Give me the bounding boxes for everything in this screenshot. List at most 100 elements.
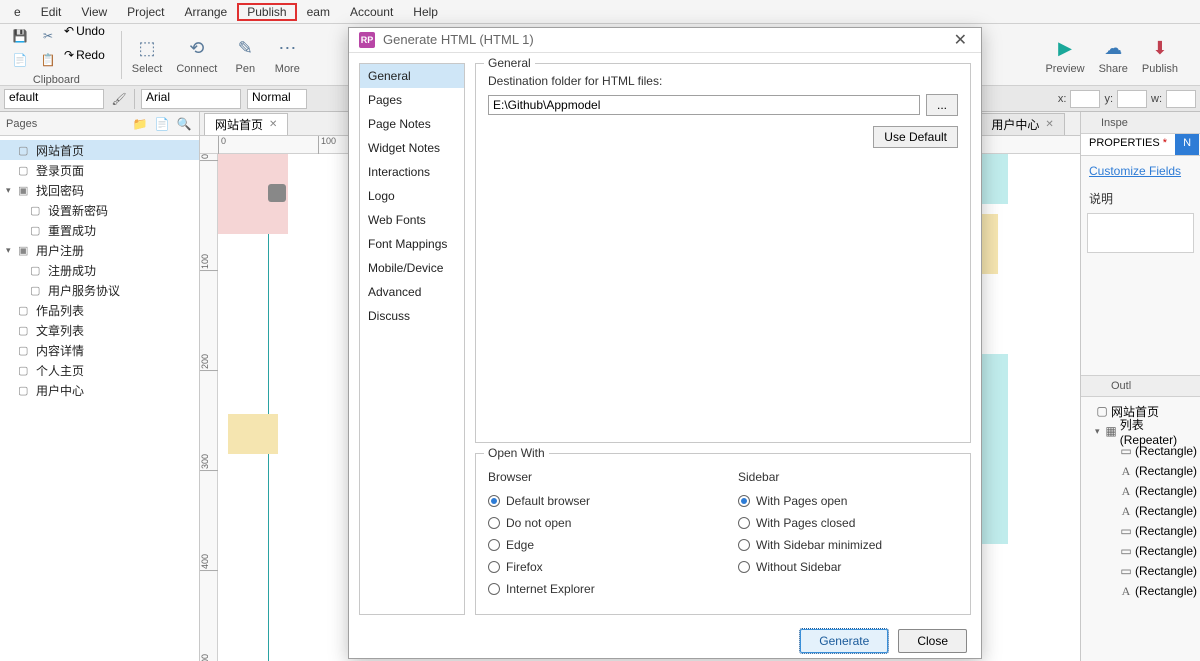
page-item[interactable]: ▢设置新密码: [0, 200, 199, 220]
publish-button[interactable]: ⬇Publish: [1142, 35, 1178, 75]
customize-fields-link[interactable]: Customize Fields: [1081, 156, 1200, 186]
generate-button[interactable]: Generate: [800, 629, 888, 653]
add-page-icon[interactable]: 📄: [153, 115, 171, 133]
font-select[interactable]: Arial: [141, 89, 241, 109]
select-tool[interactable]: ⬚Select: [132, 35, 163, 75]
dlg-nav-widget-notes[interactable]: Widget Notes: [360, 136, 464, 160]
browser-option[interactable]: Internet Explorer: [488, 578, 708, 600]
dlg-nav-font-mappings[interactable]: Font Mappings: [360, 232, 464, 256]
openwith-legend: Open With: [484, 446, 549, 460]
outline-item[interactable]: A(Rectangle): [1081, 481, 1200, 501]
page-item[interactable]: ▢网站首页: [0, 140, 199, 160]
weight-select[interactable]: Normal: [247, 89, 307, 109]
dialog-title-bar[interactable]: RP Generate HTML (HTML 1) ✕: [349, 28, 981, 53]
menu-account[interactable]: Account: [340, 3, 403, 21]
dlg-nav-advanced[interactable]: Advanced: [360, 280, 464, 304]
dlg-nav-pages[interactable]: Pages: [360, 88, 464, 112]
desc-textarea[interactable]: [1087, 213, 1194, 253]
page-item[interactable]: ▢用户服务协议: [0, 280, 199, 300]
outline-item[interactable]: ▾▦列表 (Repeater): [1081, 421, 1200, 441]
use-default-button[interactable]: Use Default: [873, 126, 958, 148]
x-input[interactable]: [1070, 90, 1100, 108]
menu-help[interactable]: Help: [403, 3, 448, 21]
close-icon[interactable]: ✕: [950, 30, 971, 50]
connect-tool[interactable]: ⟲Connect: [176, 35, 217, 75]
dlg-nav-interactions[interactable]: Interactions: [360, 160, 464, 184]
page-item[interactable]: ▢个人主页: [0, 360, 199, 380]
page-item[interactable]: ▾▣用户注册: [0, 240, 199, 260]
dlg-nav-mobile-device[interactable]: Mobile/Device: [360, 256, 464, 280]
page-item[interactable]: ▢文章列表: [0, 320, 199, 340]
browser-option[interactable]: Edge: [488, 534, 708, 556]
outline-item[interactable]: A(Rectangle): [1081, 501, 1200, 521]
page-item[interactable]: ▾▣找回密码: [0, 180, 199, 200]
save-icon[interactable]: 💾: [8, 24, 32, 48]
browser-option[interactable]: Default browser: [488, 490, 708, 512]
copy-icon[interactable]: 📄: [8, 48, 32, 72]
outline-item[interactable]: ▭(Rectangle): [1081, 561, 1200, 581]
outline-header: Outl: [1081, 375, 1200, 397]
dlg-nav-general[interactable]: General: [360, 64, 464, 88]
pen-tool[interactable]: ✎Pen: [231, 35, 259, 75]
menu-project[interactable]: Project: [117, 3, 174, 21]
sidebar-option[interactable]: With Pages open: [738, 490, 958, 512]
paint-icon[interactable]: 🖌: [110, 90, 128, 108]
canvas-tab[interactable]: 用户中心✕: [980, 113, 1064, 135]
close-button[interactable]: Close: [898, 629, 967, 653]
menu-view[interactable]: View: [71, 3, 117, 21]
text-icon: A: [1119, 464, 1133, 479]
page-item[interactable]: ▢用户中心: [0, 380, 199, 400]
dlg-nav-page-notes[interactable]: Page Notes: [360, 112, 464, 136]
tab-close-icon[interactable]: ✕: [269, 119, 277, 130]
dlg-nav-web-fonts[interactable]: Web Fonts: [360, 208, 464, 232]
outline-item[interactable]: A(Rectangle): [1081, 461, 1200, 481]
search-icon[interactable]: 🔍: [175, 115, 193, 133]
add-folder-icon[interactable]: 📁: [131, 115, 149, 133]
outline-item[interactable]: ▭(Rectangle): [1081, 521, 1200, 541]
browser-option[interactable]: Firefox: [488, 556, 708, 578]
radio-icon: [488, 539, 500, 551]
general-legend: General: [484, 56, 535, 70]
sidebar-option[interactable]: With Pages closed: [738, 512, 958, 534]
undo-icon[interactable]: ↶: [64, 24, 74, 38]
page-item[interactable]: ▢注册成功: [0, 260, 199, 280]
menu-eam[interactable]: eam: [297, 3, 340, 21]
browse-button[interactable]: ...: [926, 94, 958, 116]
page-item[interactable]: ▢登录页面: [0, 160, 199, 180]
pen-icon: ✎: [231, 35, 259, 63]
dlg-nav-logo[interactable]: Logo: [360, 184, 464, 208]
page-item[interactable]: ▢内容详情: [0, 340, 199, 360]
menu-edit[interactable]: Edit: [31, 3, 72, 21]
outline-item[interactable]: ▭(Rectangle): [1081, 541, 1200, 561]
paste-icon[interactable]: 📋: [36, 48, 60, 72]
shape-rect[interactable]: [228, 414, 278, 454]
cut-icon[interactable]: ✂: [36, 24, 60, 48]
dialog-title: Generate HTML (HTML 1): [383, 32, 534, 47]
outline-item[interactable]: ▭(Rectangle): [1081, 441, 1200, 461]
preview-button[interactable]: ▶Preview: [1045, 35, 1084, 75]
browser-option[interactable]: Do not open: [488, 512, 708, 534]
dest-input[interactable]: [488, 95, 920, 115]
redo-icon[interactable]: ↷: [64, 48, 74, 62]
more-tool[interactable]: ⋯More: [273, 35, 301, 75]
menu-e[interactable]: e: [4, 3, 31, 21]
page-item[interactable]: ▢重置成功: [0, 220, 199, 240]
style-select[interactable]: efault: [4, 89, 104, 109]
canvas-tab[interactable]: 网站首页✕: [204, 113, 288, 135]
page-icon: ▢: [18, 384, 32, 397]
sidebar-option[interactable]: With Sidebar minimized: [738, 534, 958, 556]
menu-arrange[interactable]: Arrange: [175, 3, 238, 21]
tab-properties[interactable]: PROPERTIES: [1081, 134, 1175, 155]
page-item[interactable]: ▢作品列表: [0, 300, 199, 320]
shape-rect[interactable]: [268, 184, 286, 202]
w-input[interactable]: [1166, 90, 1196, 108]
tab-notes[interactable]: N: [1175, 134, 1199, 155]
outline-item[interactable]: A(Rectangle): [1081, 581, 1200, 601]
rectangle-icon: ▭: [1119, 544, 1133, 558]
sidebar-option[interactable]: Without Sidebar: [738, 556, 958, 578]
share-button[interactable]: ☁Share: [1099, 35, 1128, 75]
menu-publish[interactable]: Publish: [237, 3, 296, 21]
y-input[interactable]: [1117, 90, 1147, 108]
tab-close-icon[interactable]: ✕: [1045, 119, 1053, 130]
dlg-nav-discuss[interactable]: Discuss: [360, 304, 464, 328]
